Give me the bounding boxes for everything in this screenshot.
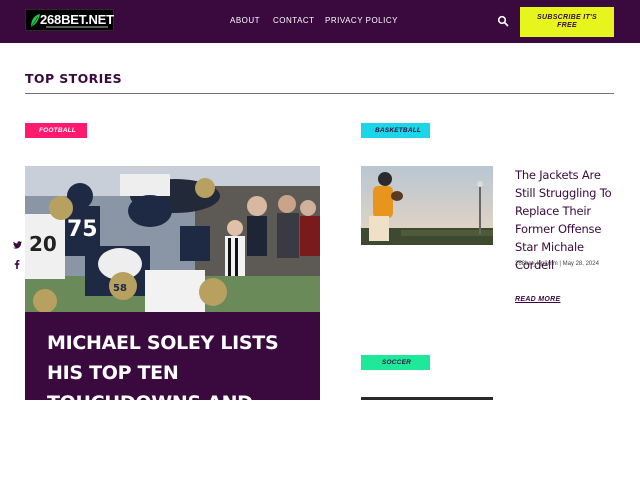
category-badge-football[interactable]: FOOTBALL <box>25 123 87 138</box>
svg-text:20: 20 <box>29 232 57 256</box>
featured-story-title[interactable]: MICHAEL SOLEY LISTS HIS TOP TEN TOUCHDOW… <box>47 328 307 478</box>
twitter-icon[interactable] <box>13 241 22 249</box>
side-story-title[interactable]: The Jackets Are Still Struggling To Repl… <box>515 166 620 274</box>
nav-link-about[interactable]: ABOUT <box>230 16 260 25</box>
facebook-icon[interactable] <box>13 260 21 269</box>
side-story-meta: 268bet_kjp3mm | May 28, 2024 <box>515 261 599 267</box>
logo-text: 268BET.NET <box>40 12 114 27</box>
subscribe-label-line1: SUBSCRIBE IT'S <box>537 14 597 21</box>
search-icon[interactable] <box>497 15 509 27</box>
category-badge-soccer[interactable]: SOCCER <box>361 355 430 370</box>
nav-item-about[interactable]: ABOUT <box>230 16 260 25</box>
category-badge-basketball[interactable]: BASKETBALL <box>361 123 430 138</box>
featured-story-card[interactable]: MICHAEL SOLEY LISTS HIS TOP TEN TOUCHDOW… <box>25 312 320 474</box>
site-logo[interactable]: 268BET.NET <box>25 9 114 31</box>
featured-story-image[interactable]: 75 20 58 <box>25 166 320 312</box>
nav-item-privacy-policy[interactable]: PRIVACY POLICY <box>325 16 398 25</box>
subscribe-label-line2: FREE <box>557 22 577 29</box>
logo-tagline <box>46 26 108 28</box>
svg-text:75: 75 <box>67 217 98 242</box>
nav-item-contact[interactable]: CONTACT <box>273 16 315 25</box>
football-action-photo: 75 20 58 <box>25 166 320 312</box>
read-more-link[interactable]: READ MORE <box>515 296 560 303</box>
subscribe-button[interactable]: SUBSCRIBE IT'S FREE <box>520 7 614 37</box>
nav-link-privacy-policy[interactable]: PRIVACY POLICY <box>325 16 398 25</box>
top-bar: 268BET.NET ABOUT CONTACT PRIVACY POLICY … <box>0 0 640 43</box>
section-divider <box>25 93 614 94</box>
basketball-player-photo <box>361 166 493 245</box>
svg-text:58: 58 <box>113 283 127 294</box>
section-title: TOP STORIES <box>25 71 123 86</box>
side-story-image[interactable] <box>361 166 493 245</box>
nav-link-contact[interactable]: CONTACT <box>273 16 315 25</box>
